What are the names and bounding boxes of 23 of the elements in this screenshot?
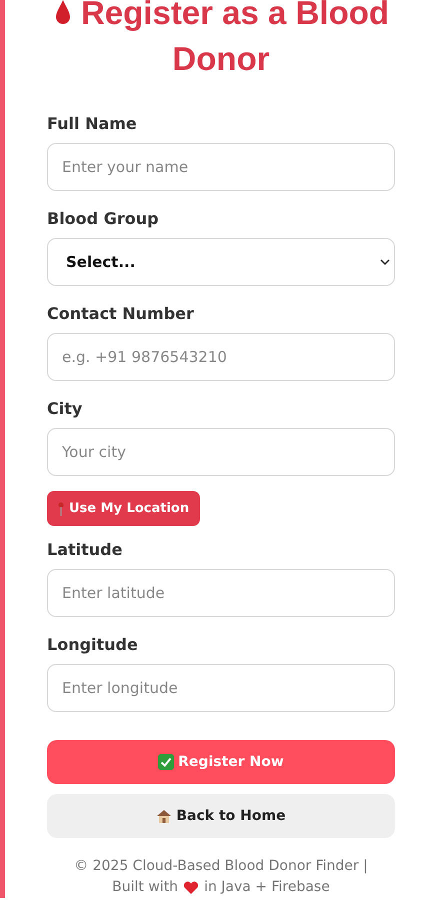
field-label: Blood Group [47,209,160,229]
field-label: Latitude [47,540,124,560]
house-icon [156,808,172,824]
chevron-down-icon [380,259,390,265]
heart-icon [183,880,200,894]
input-field[interactable]: Enter your name [47,143,395,191]
footer-text: in Java + Firebase [204,878,330,897]
input-field[interactable]: Enter latitude [47,569,395,617]
location-button[interactable]: Use My Location [47,491,200,526]
field-label: Longitude [47,635,139,655]
select-field[interactable]: Select... [47,238,395,286]
field-label: City [47,399,84,419]
check-icon [158,754,174,770]
page-title: Register as a Blood Donor [80,0,390,77]
input-field[interactable]: Your city [47,428,395,476]
footer-text: © 2025 Cloud-Based Blood Donor Finder | [74,857,368,876]
back-home-button[interactable]: Back to Home [47,794,395,838]
input-field[interactable]: e.g. +91 9876543210 [47,333,395,381]
pin-icon [58,502,64,516]
footer-text: Built with [112,878,178,897]
field-label: Full Name [47,114,138,134]
field-label: Contact Number [47,304,195,324]
input-field[interactable]: Enter longitude [47,664,395,712]
